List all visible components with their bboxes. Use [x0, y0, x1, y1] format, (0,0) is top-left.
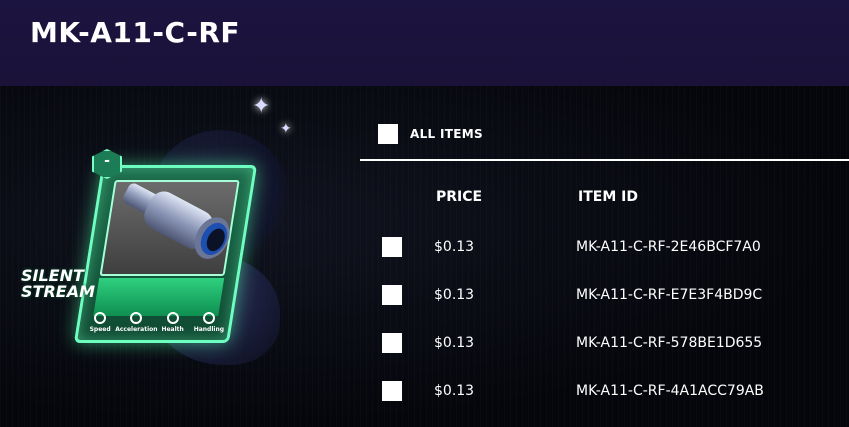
list-item: $0.13 MK-A11-C-RF-4A1ACC79AB — [0, 376, 849, 406]
page-header: MK-A11-C-RF — [0, 0, 849, 86]
item-price: $0.13 — [434, 383, 475, 399]
item-checkbox[interactable] — [382, 237, 402, 257]
column-header-price: PRICE — [436, 189, 483, 205]
select-all-checkbox[interactable] — [378, 124, 398, 144]
list-divider — [360, 159, 849, 161]
item-id: MK-A11-C-RF-2E46BCF7A0 — [576, 239, 761, 255]
column-header-item-id: ITEM ID — [578, 189, 638, 205]
sparkle-icon: ✦ — [252, 94, 271, 119]
item-checkbox[interactable] — [382, 333, 402, 353]
item-id: MK-A11-C-RF-4A1ACC79AB — [576, 383, 764, 399]
item-price: $0.13 — [434, 287, 475, 303]
sparkle-icon: ✦ — [280, 121, 292, 137]
item-checkbox[interactable] — [382, 381, 402, 401]
list-item: $0.13 MK-A11-C-RF-E7E3F4BD9C — [0, 280, 849, 310]
shield-icon — [166, 312, 179, 324]
item-price: $0.13 — [434, 335, 475, 351]
silencer-image — [123, 183, 230, 259]
steering-wheel-icon — [202, 312, 215, 324]
item-id: MK-A11-C-RF-E7E3F4BD9C — [576, 287, 763, 303]
select-all-row: ALL ITEMS — [378, 124, 483, 144]
select-all-label: ALL ITEMS — [410, 127, 483, 141]
item-checkbox[interactable] — [382, 285, 402, 305]
page-title: MK-A11-C-RF — [30, 16, 241, 49]
list-item: $0.13 MK-A11-C-RF-578BE1D655 — [0, 328, 849, 358]
gauge-icon — [130, 312, 143, 324]
item-price: $0.13 — [434, 239, 475, 255]
list-item: $0.13 MK-A11-C-RF-2E46BCF7A0 — [0, 232, 849, 262]
lightning-icon — [94, 312, 107, 324]
item-id: MK-A11-C-RF-578BE1D655 — [576, 335, 763, 351]
card-badge-text: - — [104, 153, 110, 169]
